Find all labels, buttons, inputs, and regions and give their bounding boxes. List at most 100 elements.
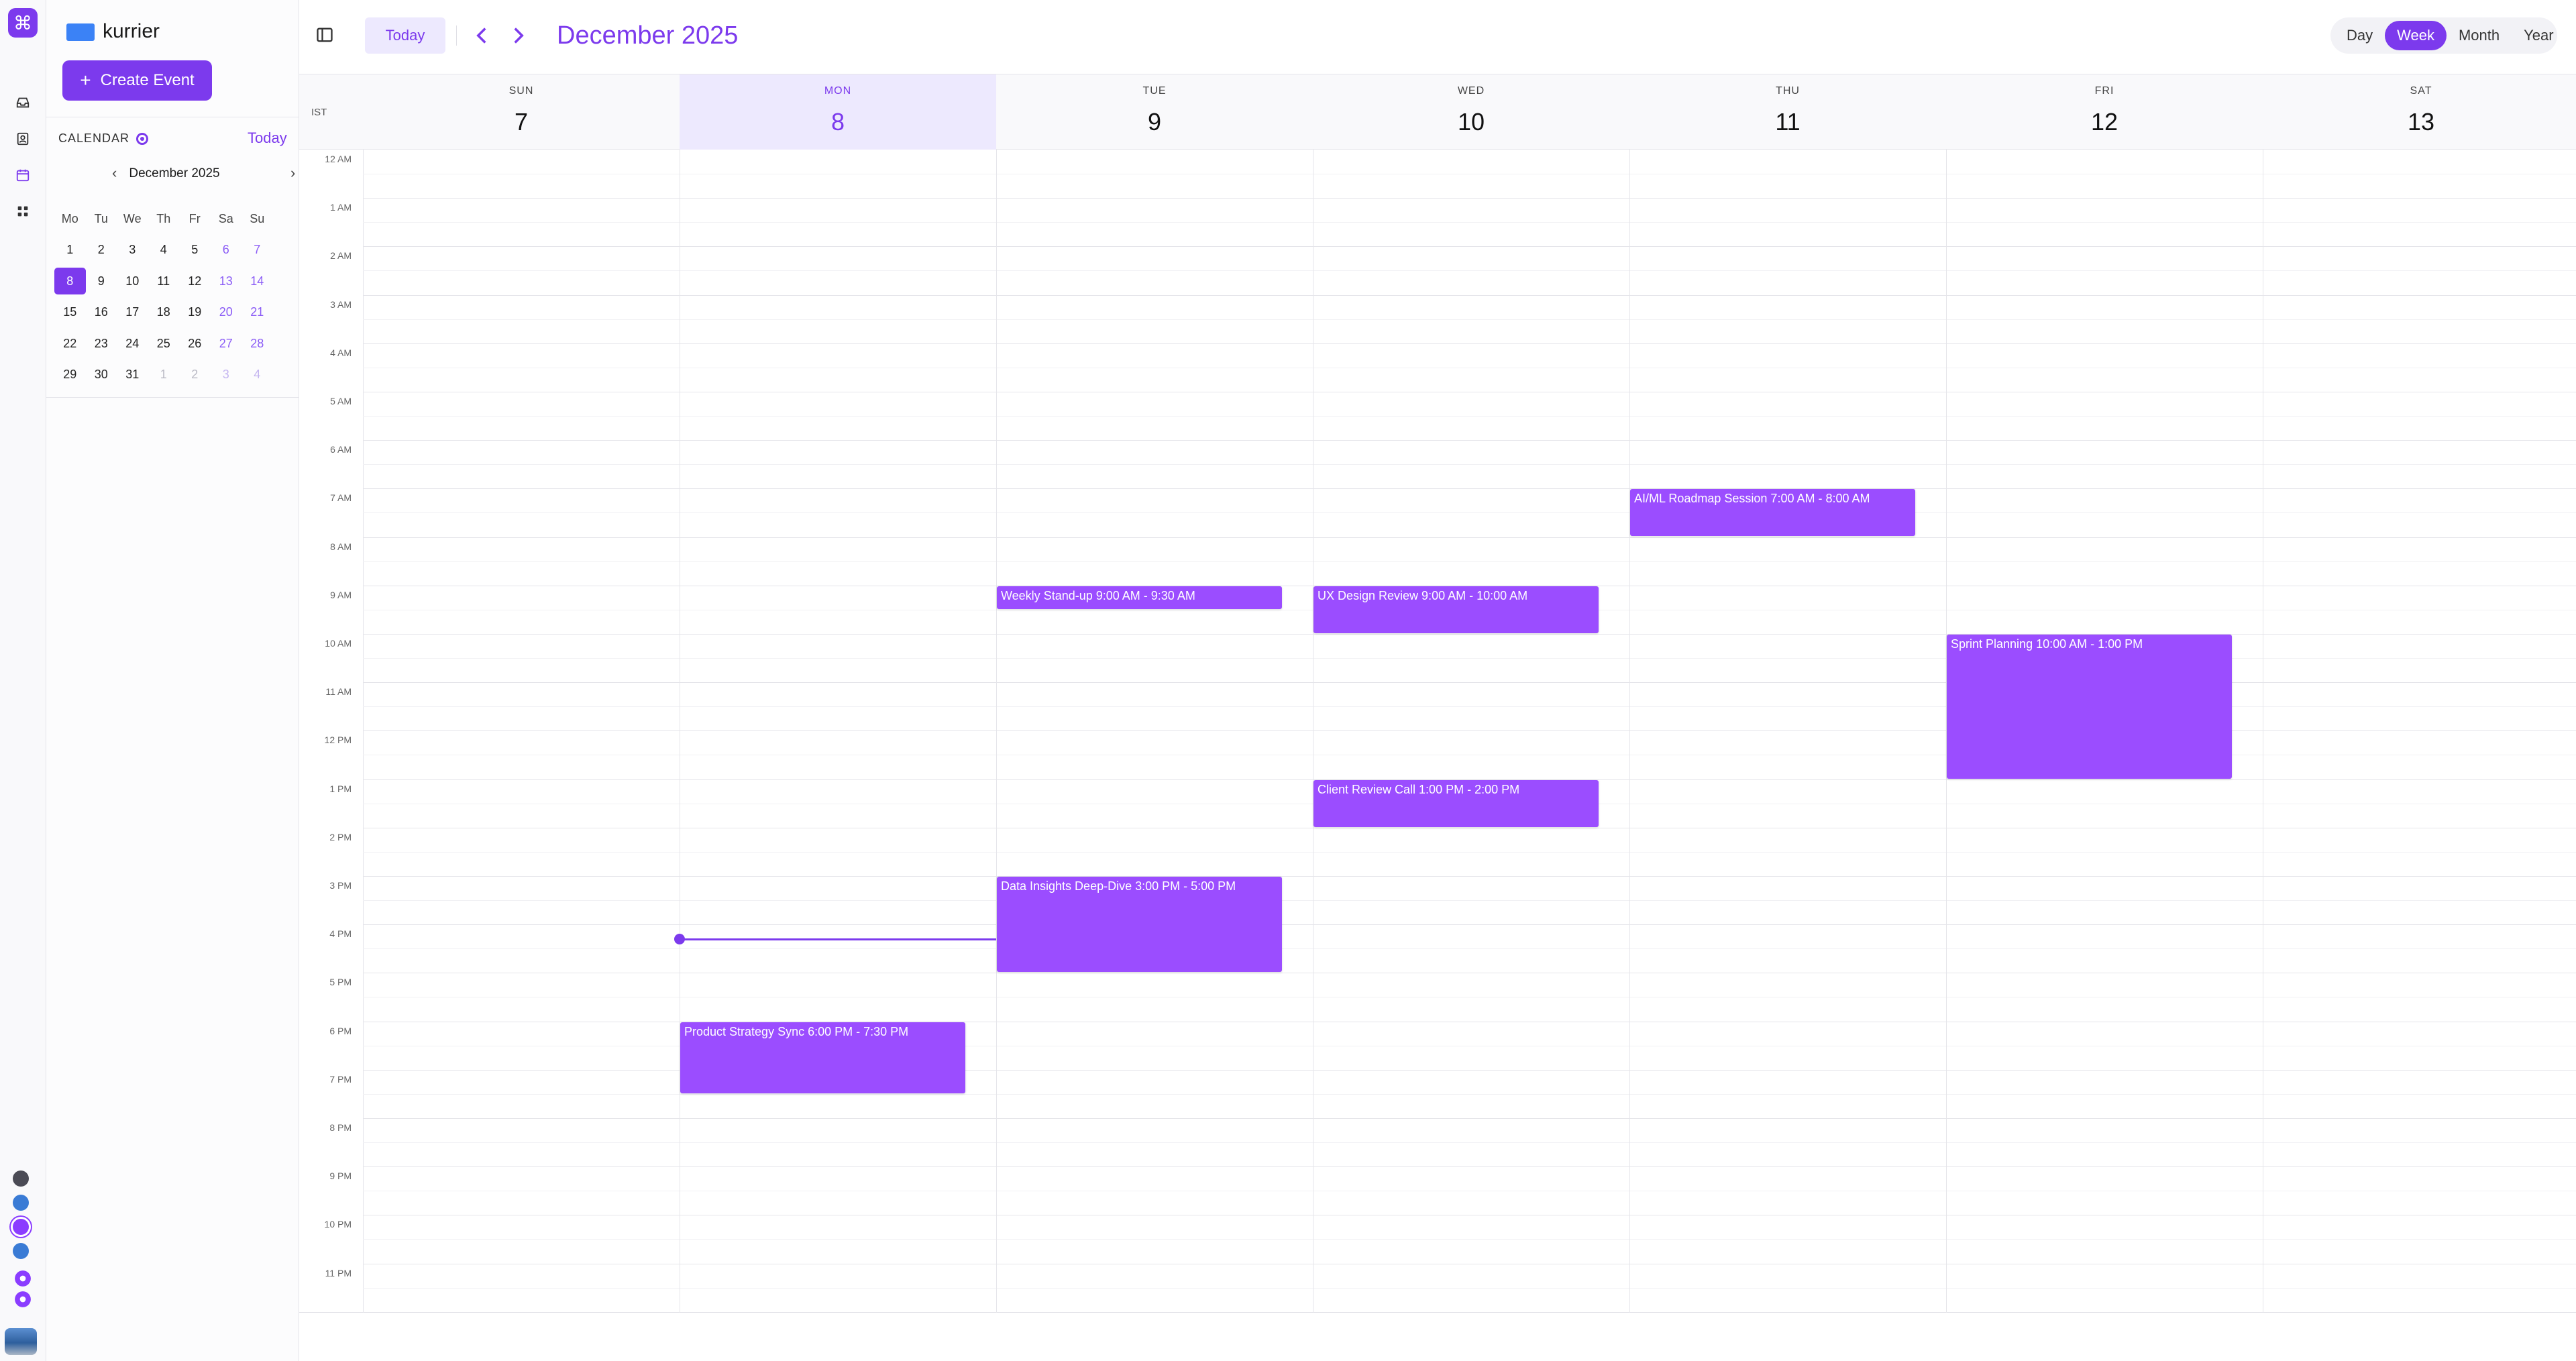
mini-day[interactable]: 22 (54, 330, 86, 357)
theme-color-dot[interactable] (13, 1195, 29, 1211)
sun-icon[interactable] (11, 1267, 34, 1290)
day-header-number: 9 (1147, 108, 1162, 135)
mini-day[interactable]: 14 (241, 268, 273, 294)
mini-day[interactable]: 9 (86, 268, 117, 294)
half-hour-line (363, 222, 2576, 223)
calendar-event[interactable]: Data Insights Deep-Dive 3:00 PM - 5:00 P… (997, 877, 1282, 972)
mini-day[interactable]: 3 (211, 362, 242, 388)
mini-day[interactable]: 12 (179, 268, 211, 294)
mini-day[interactable]: 2 (179, 362, 211, 388)
mini-dow-label: Tu (94, 211, 108, 225)
contacts-icon[interactable] (11, 127, 34, 150)
mini-day[interactable]: 28 (241, 330, 273, 357)
calendar-event[interactable]: Client Review Call 1:00 PM - 2:00 PM (1313, 780, 1599, 827)
mini-day[interactable]: 23 (86, 330, 117, 357)
mini-day[interactable]: 27 (211, 330, 242, 357)
view-month-button[interactable]: Month (2447, 21, 2512, 50)
mini-day[interactable]: 4 (241, 362, 273, 388)
hour-line (363, 634, 2576, 635)
day-header-number: 7 (514, 108, 529, 135)
mini-day[interactable]: 1 (54, 237, 86, 264)
mini-day[interactable]: 19 (179, 299, 211, 326)
view-day-button[interactable]: Day (2334, 21, 2385, 50)
mini-day[interactable]: 31 (117, 362, 148, 388)
mini-day[interactable]: 3 (117, 237, 148, 264)
mini-day[interactable]: 2 (86, 237, 117, 264)
mini-day[interactable]: 29 (54, 362, 86, 388)
mini-day[interactable]: 30 (86, 362, 117, 388)
calendar-app: ⌘ kurrier + Create Event CALENDAR Today … (0, 0, 2576, 1361)
timezone-label: IST (311, 107, 327, 118)
hour-label: 12 PM (324, 734, 352, 745)
day-column-divider (996, 150, 997, 1313)
mini-day[interactable]: 4 (148, 237, 180, 264)
mini-day[interactable]: 11 (148, 268, 180, 294)
calendar-settings-icon[interactable] (136, 132, 149, 145)
day-header-sat[interactable]: SAT 13 (2263, 74, 2576, 150)
hour-label: 6 PM (329, 1026, 352, 1036)
view-year-button[interactable]: Year (2512, 21, 2565, 50)
day-header-dow: WED (1457, 85, 1485, 97)
inbox-icon[interactable] (11, 91, 34, 114)
week-grid[interactable]: 12 AM 1 AM 2 AM 3 AM 4 AM 5 AM 6 AM 7 AM 8 AM 9 A… (299, 150, 2576, 1313)
mini-day[interactable]: 21 (241, 299, 273, 326)
mini-next-icon[interactable]: › (290, 164, 295, 182)
current-time-dot (674, 934, 685, 944)
theme-color-dot[interactable] (13, 1219, 29, 1235)
day-header-mon[interactable]: MON 8 (680, 74, 996, 150)
brand-name: kurrier (103, 20, 160, 42)
mini-day[interactable]: 24 (117, 330, 148, 357)
calendar-event[interactable]: Weekly Stand-up 9:00 AM - 9:30 AM (997, 586, 1282, 609)
calendar-event[interactable]: UX Design Review 9:00 AM - 10:00 AM (1313, 586, 1599, 633)
mini-day[interactable]: 20 (211, 299, 242, 326)
day-header-dow: SUN (508, 85, 534, 97)
toolbar: Today December 2025 Day Week Month Year (299, 0, 2576, 74)
mini-dow-label: Fr (189, 211, 201, 225)
prev-week-icon[interactable] (468, 20, 495, 51)
mini-day[interactable]: 25 (148, 330, 180, 357)
hour-label: 3 PM (329, 880, 352, 891)
hour-label: 11 PM (325, 1268, 352, 1278)
view-week-button[interactable]: Week (2385, 21, 2447, 50)
mini-day[interactable]: 13 (211, 268, 242, 294)
mini-day[interactable]: 6 (211, 237, 242, 264)
mini-day[interactable]: 16 (86, 299, 117, 326)
mini-day[interactable]: 26 (179, 330, 211, 357)
day-header-fri[interactable]: FRI 12 (1946, 74, 2263, 150)
mini-day[interactable]: 1 (148, 362, 180, 388)
mini-day[interactable]: 15 (54, 299, 86, 326)
mini-day[interactable]: 18 (148, 299, 180, 326)
avatar[interactable] (5, 1328, 37, 1355)
hour-line (363, 198, 2576, 199)
theme-color-dot[interactable] (13, 1171, 29, 1187)
mini-day[interactable]: 5 (179, 237, 211, 264)
day-header-thu[interactable]: THU 11 (1629, 74, 1946, 150)
mini-day[interactable]: 17 (117, 299, 148, 326)
toggle-sidebar-icon[interactable] (315, 25, 334, 44)
apps-icon[interactable] (11, 200, 34, 223)
calendar-event[interactable]: AI/ML Roadmap Session 7:00 AM - 8:00 AM (1630, 489, 1915, 536)
create-event-button[interactable]: + Create Event (62, 60, 212, 101)
half-hour-line (363, 512, 2576, 513)
day-header-tue[interactable]: TUE 9 (996, 74, 1313, 150)
next-week-icon[interactable] (505, 20, 532, 51)
mini-day[interactable]: 10 (117, 268, 148, 294)
icon-rail: ⌘ (0, 0, 46, 1361)
calendar-event[interactable]: Sprint Planning 10:00 AM - 1:00 PM (1947, 635, 2232, 779)
mini-calendar-header: December 2025 ‹ › (58, 164, 295, 184)
theme-toggle-icon[interactable] (11, 1288, 34, 1311)
calendar-event[interactable]: Product Strategy Sync 6:00 PM - 7:30 PM (680, 1022, 965, 1093)
theme-color-dot[interactable] (13, 1243, 29, 1259)
day-header-sun[interactable]: SUN 7 (363, 74, 680, 150)
mini-prev-icon[interactable]: ‹ (112, 164, 117, 182)
sidebar-today-link[interactable]: Today (248, 129, 287, 147)
day-header-wed[interactable]: WED 10 (1313, 74, 1629, 150)
hour-label: 1 PM (329, 783, 352, 794)
command-icon[interactable]: ⌘ (8, 8, 38, 38)
hour-line (363, 440, 2576, 441)
calendar-icon[interactable] (11, 164, 34, 186)
hour-line (363, 730, 2576, 731)
mini-day[interactable]: 7 (241, 237, 273, 264)
mini-day[interactable]: 8 (54, 268, 86, 295)
today-button[interactable]: Today (365, 17, 445, 54)
